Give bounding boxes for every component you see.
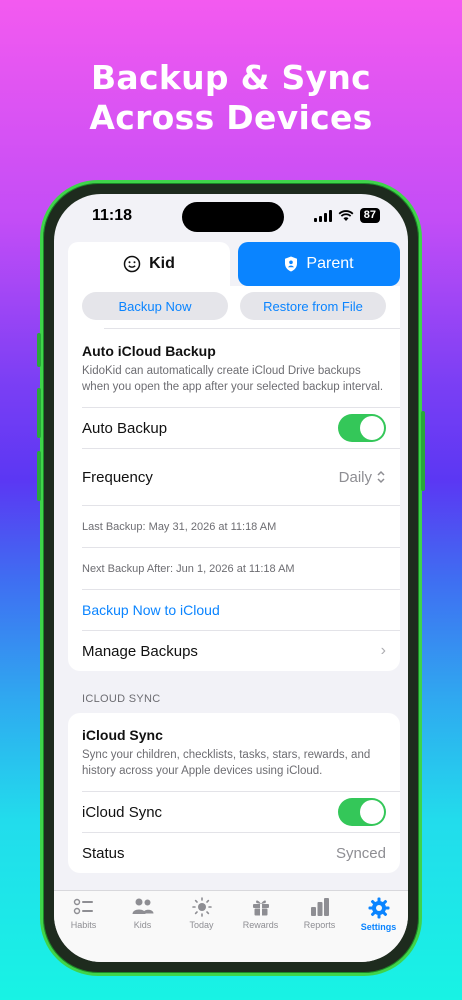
tab-rewards-label: Rewards xyxy=(242,920,279,930)
icloud-sync-card: iCloud Sync Sync your children, checklis… xyxy=(68,713,400,873)
icloud-sync-description: Sync your children, checklists, tasks, s… xyxy=(82,749,371,777)
sync-status-label: Status xyxy=(82,844,125,862)
tab-kid[interactable]: Kid xyxy=(68,242,230,286)
auto-backup-toggle[interactable] xyxy=(338,414,386,442)
auto-backup-row: Auto Backup xyxy=(68,408,400,448)
auto-backup-label: Auto Backup xyxy=(82,419,168,437)
auto-backup-description: KidoKid can automatically create iCloud … xyxy=(82,365,384,393)
status-time: 11:18 xyxy=(92,207,133,224)
icloud-sync-toggle[interactable] xyxy=(338,798,386,826)
tab-kids-label: Kids xyxy=(133,920,152,930)
tab-settings-label: Settings xyxy=(360,922,397,932)
auto-backup-title: Auto iCloud Backup xyxy=(82,343,216,359)
phone-frame: 11:18 87 Kid Parent Backup Now Restore f… xyxy=(37,180,425,976)
icloud-sync-label: iCloud Sync xyxy=(82,803,163,821)
tab-reports[interactable]: Reports xyxy=(292,897,348,962)
volume-up-button xyxy=(37,388,41,438)
settings-content: Backup Now Restore from File Auto iCloud… xyxy=(68,286,400,873)
battery-indicator: 87 xyxy=(359,208,380,223)
manage-backups-row[interactable]: Manage Backups › xyxy=(68,631,400,671)
backup-button-row: Backup Now Restore from File xyxy=(68,286,400,328)
bar-chart-icon xyxy=(310,898,329,916)
smiley-icon xyxy=(123,255,141,273)
headline-line-1: Backup & Sync xyxy=(90,58,372,97)
volume-down-button xyxy=(37,451,41,501)
tab-settings[interactable]: Settings xyxy=(351,897,407,962)
gift-icon xyxy=(252,900,269,916)
last-backup-text: Last Backup: May 31, 2026 at 11:18 AM xyxy=(82,520,277,533)
wifi-icon xyxy=(338,209,354,221)
shield-icon xyxy=(285,256,298,272)
tab-rewards[interactable]: Rewards xyxy=(233,897,289,962)
tab-bar: Habits Kids Today Rewards Reports Settin… xyxy=(54,890,408,962)
restore-from-file-button[interactable]: Restore from File xyxy=(240,292,386,320)
backup-now-icloud-link[interactable]: Backup Now to iCloud xyxy=(68,590,400,630)
backup-now-button[interactable]: Backup Now xyxy=(82,292,228,320)
people-icon xyxy=(132,898,153,914)
tab-reports-label: Reports xyxy=(303,920,336,930)
sun-icon xyxy=(191,897,212,917)
sync-status-value: Synced xyxy=(335,844,386,862)
status-icons: 87 xyxy=(313,208,380,223)
manage-backups-label: Manage Backups xyxy=(82,642,198,660)
tab-habits[interactable]: Habits xyxy=(56,897,112,962)
icloud-sync-group-header: ICLOUD SYNC xyxy=(82,693,161,705)
next-backup-text: Next Backup After: Jun 1, 2026 at 11:18 … xyxy=(82,562,295,575)
mode-segmented-control: Kid Parent xyxy=(68,242,400,286)
dynamic-island xyxy=(182,202,284,232)
chevron-right-icon: › xyxy=(380,642,386,659)
headline-line-2: Across Devices xyxy=(89,98,373,137)
tab-parent-label: Parent xyxy=(306,255,354,272)
tab-kid-label: Kid xyxy=(149,255,175,272)
tab-today-label: Today xyxy=(189,920,214,930)
checklist-icon xyxy=(73,898,93,915)
headline: Backup & Sync Across Devices xyxy=(0,58,462,138)
tab-kids[interactable]: Kids xyxy=(115,897,171,962)
next-backup-row: Next Backup After: Jun 1, 2026 at 11:18 … xyxy=(68,548,400,589)
frequency-label: Frequency xyxy=(82,468,153,486)
up-down-chevron-icon xyxy=(377,470,385,484)
icloud-sync-row: iCloud Sync xyxy=(68,792,400,832)
icloud-sync-title: iCloud Sync xyxy=(82,727,163,743)
tab-habits-label: Habits xyxy=(70,920,97,930)
frequency-row[interactable]: Frequency Daily xyxy=(68,449,400,505)
backup-card: Backup Now Restore from File Auto iCloud… xyxy=(68,286,400,671)
last-backup-row: Last Backup: May 31, 2026 at 11:18 AM xyxy=(68,506,400,547)
sync-status-row: Status Synced xyxy=(68,833,400,873)
signal-icon xyxy=(313,209,332,222)
frequency-picker[interactable]: Daily xyxy=(339,469,386,486)
power-button xyxy=(421,411,425,491)
frequency-value: Daily xyxy=(338,468,372,486)
phone-screen: 11:18 87 Kid Parent Backup Now Restore f… xyxy=(54,194,408,962)
action-button xyxy=(37,333,41,367)
tab-parent[interactable]: Parent xyxy=(238,242,400,286)
gear-icon xyxy=(368,897,389,919)
tab-today[interactable]: Today xyxy=(174,897,230,962)
